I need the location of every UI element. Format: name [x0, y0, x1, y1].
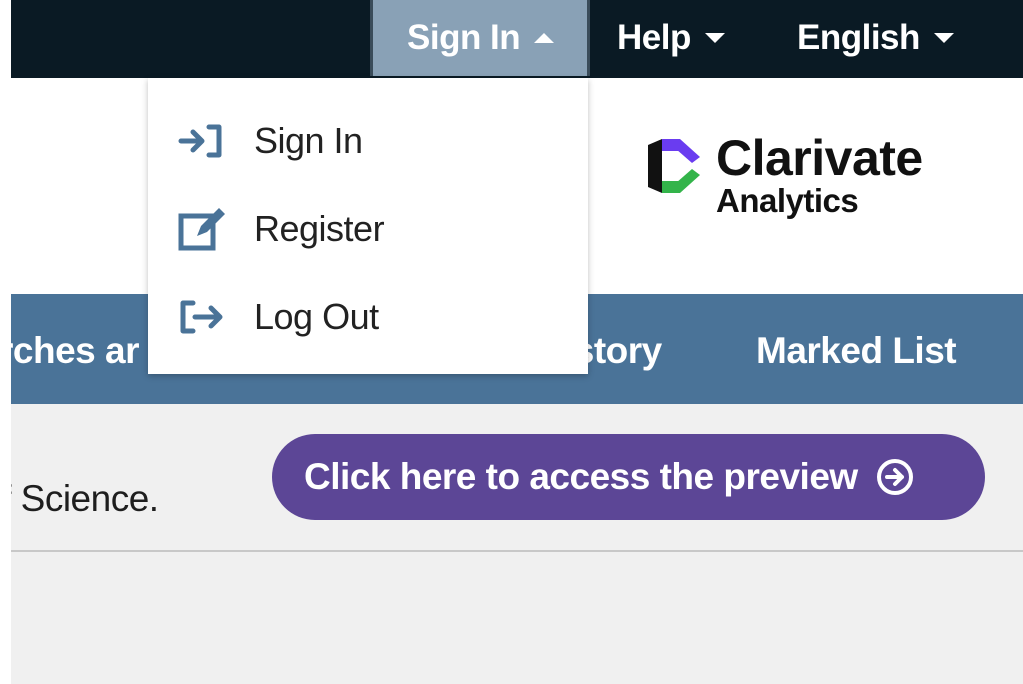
sign-in-menu-toggle[interactable]: Sign In [370, 0, 590, 76]
edit-icon [174, 206, 230, 252]
sign-in-toggle-label: Sign In [407, 18, 521, 57]
log-out-icon [174, 294, 230, 340]
logo-subtitle: Analytics [716, 182, 859, 219]
logo-name: Clarivate [716, 130, 923, 186]
sign-in-dropdown-menu: Sign In Register Log Out [148, 78, 588, 374]
preview-button-label: Click here to access the preview [304, 456, 858, 497]
access-preview-button[interactable]: Click here to access the preview [272, 434, 985, 520]
left-edge [0, 0, 11, 684]
dropdown-item-label: Sign In [254, 120, 363, 161]
help-label: Help [617, 18, 691, 57]
nav-marked-list[interactable]: Marked List [756, 330, 957, 372]
arrow-circle-right-icon [876, 459, 913, 495]
notice-text: of Science. [0, 478, 159, 519]
dropdown-item-sign-in[interactable]: Sign In [174, 118, 363, 164]
dropdown-item-log-out[interactable]: Log Out [174, 294, 379, 340]
caret-up-icon [534, 33, 555, 43]
dropdown-item-label: Log Out [254, 296, 379, 337]
caret-down-icon [933, 33, 954, 43]
nav-searches-alerts[interactable]: rches ar [0, 330, 140, 372]
content-area [11, 552, 1023, 684]
clarivate-logo[interactable]: Clarivate Analytics [640, 130, 923, 221]
language-label: English [797, 18, 920, 57]
caret-down-icon [704, 33, 725, 43]
sign-in-icon [174, 118, 230, 164]
dropdown-item-label: Register [254, 208, 385, 249]
clarivate-logo-icon [648, 139, 700, 193]
dropdown-item-register[interactable]: Register [174, 206, 385, 252]
language-menu-toggle[interactable]: English [797, 0, 954, 76]
help-menu-toggle[interactable]: Help [617, 0, 725, 76]
top-utility-bar: Sign In Help English [11, 0, 1023, 78]
preview-notice: of Science. Click here to access the pre… [0, 404, 1023, 550]
